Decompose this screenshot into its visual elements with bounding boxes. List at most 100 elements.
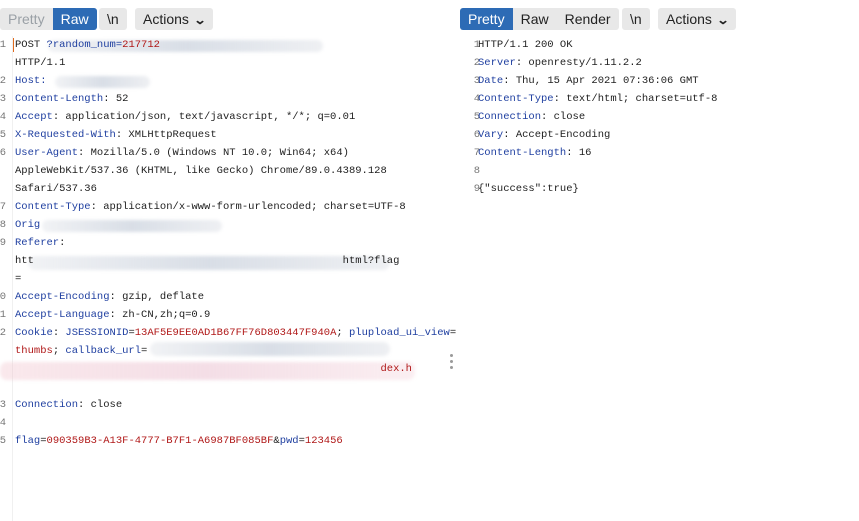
syntax-text: HTTP/1.1 [15,57,66,69]
request-actions-button[interactable]: Actions ⌄ [135,8,213,30]
syntax-key: Connection [15,399,79,411]
response-editor[interactable]: 1 HTTP/1.1 200 OK 2 Server: openresty/1.11.… [474,36,859,521]
line-number: 8 [473,165,480,177]
code-text: Accept-Encoding: gzip, deflate [15,288,204,306]
syntax-key: Accept-Language [15,309,110,321]
request-editor[interactable]: 1 POST ?random_num=217712 HTTP/1.1 2 Host: 3… [0,36,456,521]
line-number: 5 [0,129,6,141]
syntax-key: pwd [279,435,299,447]
syntax-text: : zh-CN,zh;q=0.9 [109,309,211,321]
response-tab-raw[interactable]: Raw [513,8,557,30]
syntax-key: Host: [15,75,53,87]
response-toolbar: Pretty Raw Render \n Actions ⌄ [460,8,859,30]
response-view-tabs: Pretty Raw Render [460,8,619,30]
syntax-text: HTTP/1.1 200 OK [478,39,573,51]
request-actions-label: Actions [143,11,189,27]
syntax-key: Content-Length [478,147,567,159]
code-text: Referer: [15,234,65,252]
syntax-text: ; [52,345,66,357]
request-view-tabs: Pretty Raw [0,8,97,30]
chevron-down-icon: ⌄ [193,13,207,27]
code-text: POST ?random_num=217712 [15,36,160,54]
code-text: dex.h [15,360,412,378]
line-number: 8 [0,219,6,231]
redaction-mark [42,220,222,232]
syntax-text: : close [541,111,586,123]
syntax-key: Orig [15,219,41,231]
response-pane: Pretty Raw Render \n Actions ⌄ 1 HTTP/1.1 … [460,0,859,521]
syntax-key: callback_url [65,345,142,357]
request-tab-raw[interactable]: Raw [52,8,97,30]
response-tab-render[interactable]: Render [557,8,619,30]
syntax-text: POST [15,39,47,51]
code-text: Orig [15,216,40,234]
line-number: 2 [0,75,6,87]
syntax-key: ?random_num= [46,39,123,51]
syntax-value: dex.h [380,363,412,375]
code-text: flag=090359B3-A13F-4777-B7F1-A6987BF085B… [15,432,343,450]
syntax-text: : 16 [566,147,592,159]
syntax-key: X-Requested-With [15,129,116,141]
line-number: 4 [0,417,6,429]
code-text: X-Requested-With: XMLHttpRequest [15,126,217,144]
code-text: Connection: close [15,396,122,414]
code-text: Safari/537.36 [15,180,97,198]
request-newline-toggle[interactable]: \n [99,8,127,30]
line-number: 1 [0,309,6,321]
code-text: thumbs; callback_url= [15,342,147,360]
line-number: 3 [0,399,6,411]
gutter-divider [12,36,13,521]
code-text: Vary: Accept-Encoding [478,126,610,144]
line-number: 2 [0,327,6,339]
redaction-mark [55,76,150,88]
response-newline-toggle[interactable]: \n [622,8,650,30]
code-text: htt html?flag [15,252,399,270]
syntax-key: Vary [478,129,504,141]
code-text: Accept: application/json, text/javascrip… [15,108,355,126]
syntax-value: thumbs [15,345,53,357]
syntax-text: = [15,273,22,285]
syntax-key: Content-Type [15,201,91,213]
syntax-value: 13AF5E9EE0AD1B67FF76D803447F940A [134,327,337,339]
line-number: 4 [0,111,6,123]
syntax-text: = [449,327,457,339]
syntax-value: 217712 [122,39,160,51]
chevron-down-icon: ⌄ [716,13,730,27]
syntax-key: User-Agent [15,147,79,159]
code-text: = [15,270,21,288]
code-text: {"success":true} [478,180,579,198]
syntax-text: : application/x-www-form-urlencoded; cha… [90,201,406,213]
syntax-text: ; [336,327,349,339]
request-tab-pretty[interactable]: Pretty [0,8,53,30]
code-text: Content-Type: text/html; charset=utf-8 [478,90,717,108]
syntax-key: Content-Length [15,93,104,105]
redaction-mark [150,342,390,356]
code-text: Host: [15,72,53,90]
syntax-key: flag [15,435,41,447]
drag-handle-icon[interactable] [450,354,454,374]
code-text: Content-Type: application/x-www-form-url… [15,198,406,216]
response-actions-button[interactable]: Actions ⌄ [658,8,736,30]
syntax-text: AppleWebKit/537.36 (KHTML, like Gecko) C… [15,165,387,177]
syntax-key: Date [478,75,504,87]
syntax-key: Server [478,57,516,69]
request-pane: Pretty Raw \n Actions ⌄ 1 POST ?random_num… [0,0,456,521]
code-text: Content-Length: 52 [15,90,128,108]
syntax-text: : openresty/1.11.2.2 [515,57,642,69]
syntax-text: Safari/537.36 [15,183,97,195]
response-tab-pretty[interactable]: Pretty [460,8,513,30]
syntax-text [15,363,380,375]
line-number: 0 [0,291,6,303]
request-toolbar: Pretty Raw \n Actions ⌄ [0,8,452,30]
line-number: 6 [0,147,6,159]
syntax-text: : [59,237,66,249]
code-text: HTTP/1.1 [15,54,65,72]
syntax-key: Cookie [15,327,53,339]
code-text: HTTP/1.1 200 OK [478,36,573,54]
syntax-text: {"success":true} [478,183,579,195]
code-text: AppleWebKit/537.36 (KHTML, like Gecko) C… [15,162,387,180]
syntax-value: 090359B3-A13F-4777-B7F1-A6987BF085BF [46,435,274,447]
syntax-text: : Mozilla/5.0 (Windows NT 10.0; Win64; x… [78,147,349,159]
syntax-key: Connection [478,111,542,123]
syntax-text: : Accept-Encoding [503,129,611,141]
